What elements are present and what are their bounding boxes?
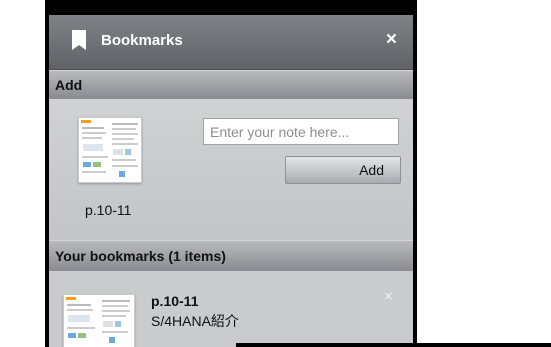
panel-header: Bookmarks ×	[49, 15, 413, 70]
bookmarks-section-header: Your bookmarks (1 items)	[49, 240, 413, 272]
remove-bookmark-icon[interactable]: ×	[384, 288, 393, 305]
bookmark-note: S/4HANA紹介	[151, 313, 239, 329]
bottom-border-line	[236, 343, 551, 347]
note-input[interactable]	[203, 118, 399, 145]
bookmark-icon	[72, 30, 86, 50]
bookmarks-section-title: Your bookmarks (1 items)	[55, 248, 226, 264]
add-section-header: Add	[49, 70, 413, 100]
bookmark-thumbnail[interactable]	[63, 294, 135, 347]
add-button[interactable]: Add	[285, 156, 401, 184]
bookmarks-panel: Bookmarks × Add p.10-11 Enter your note …	[49, 15, 413, 347]
close-icon[interactable]: ×	[386, 29, 397, 51]
add-section-title: Add	[55, 77, 83, 93]
add-bookmark-area: p.10-11 Add	[49, 99, 413, 240]
bookmark-page-preview	[66, 297, 130, 343]
bookmark-page-label: p.10-11	[151, 293, 199, 309]
panel-title: Bookmarks	[101, 32, 183, 49]
bookmark-list: p.10-11 S/4HANA紹介 ×	[49, 271, 413, 347]
page-preview-graphic	[81, 120, 138, 177]
current-page-thumbnail	[78, 117, 142, 183]
current-page-label: p.10-11	[85, 202, 132, 218]
